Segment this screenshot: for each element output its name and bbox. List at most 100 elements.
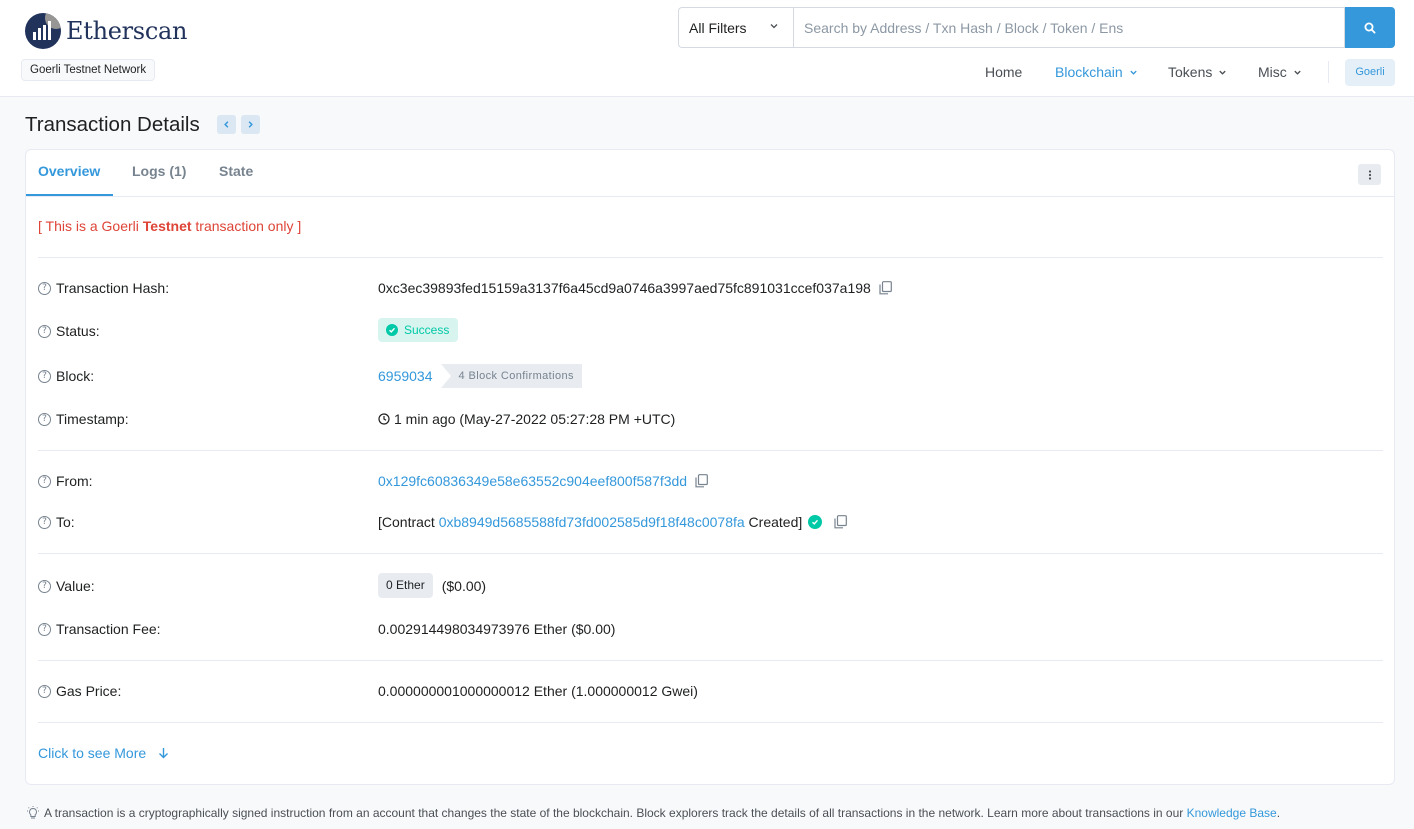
to-prefix: [Contract: [378, 514, 439, 530]
divider: [38, 722, 1383, 723]
value-usd: ($0.00): [441, 577, 487, 594]
network-switch-button[interactable]: Goerli: [1345, 59, 1395, 86]
chevron-right-icon: [248, 121, 253, 128]
help-icon[interactable]: ?: [38, 622, 51, 636]
site-header: Etherscan Goerli Testnet Network All Fil…: [0, 0, 1414, 97]
nav-home[interactable]: Home: [985, 64, 1022, 80]
timestamp-value: 1 min ago (May-27-2022 05:27:28 PM +UTC): [378, 411, 675, 427]
from-label: ? From:: [38, 473, 93, 489]
help-icon[interactable]: ?: [38, 684, 51, 698]
help-icon[interactable]: ?: [38, 281, 51, 295]
status-value: Success: [378, 318, 459, 342]
copy-icon[interactable]: [879, 281, 892, 295]
active-tab-indicator: [26, 194, 113, 196]
tx-hash-value: 0xc3ec39893fed15159a3137f6a45cd9a0746a39…: [378, 280, 892, 296]
to-label: ? To:: [38, 514, 75, 530]
contract-address-link[interactable]: 0xb8949d5685588fd73fd002585d9f18f48c0078…: [439, 514, 745, 530]
see-more-link[interactable]: Click to see More: [38, 745, 169, 761]
gas-price-value: 0.000000001000000012 Ether (1.000000012 …: [378, 683, 698, 699]
logo-icon: [25, 13, 61, 49]
info-footer: A transaction is a cryptographically sig…: [25, 806, 1280, 820]
nav-home-label: Home: [985, 64, 1023, 80]
status-badge: Success: [378, 318, 459, 342]
gas-price-label: ? Gas Price:: [38, 683, 121, 699]
see-more-text: Click to see More: [38, 745, 147, 761]
help-icon[interactable]: ?: [38, 412, 51, 426]
testnet-notice: [ This is a Goerli Testnet transaction o…: [38, 218, 301, 234]
tab-overview[interactable]: Overview: [38, 163, 100, 179]
chevron-left-icon: [224, 121, 229, 128]
help-icon[interactable]: ?: [38, 474, 51, 488]
gas-price-label-text: Gas Price:: [56, 683, 122, 699]
search-input[interactable]: [793, 7, 1345, 48]
info-footer-text: A transaction is a cryptographically sig…: [44, 806, 1187, 820]
nav-tokens-label: Tokens: [1168, 64, 1213, 80]
divider: [38, 553, 1383, 554]
search-bar: All Filters: [678, 7, 1395, 48]
nav-misc[interactable]: Misc: [1258, 64, 1302, 80]
chevron-down-icon: [1130, 70, 1137, 75]
fee-label-text: Transaction Fee:: [56, 621, 161, 637]
check-circle-icon: [386, 324, 398, 336]
testnet-notice-prefix: [ This is a Goerli: [38, 218, 143, 234]
more-vertical-icon: [1368, 169, 1371, 180]
prev-transaction-button[interactable]: [217, 115, 236, 134]
more-options-button[interactable]: [1358, 164, 1381, 185]
next-transaction-button[interactable]: [241, 115, 260, 134]
lightbulb-icon: [27, 806, 39, 819]
network-badge: Goerli Testnet Network: [21, 59, 156, 81]
value-label: ? Value:: [38, 578, 95, 594]
arrow-down-icon: [159, 748, 169, 759]
search-filter-select[interactable]: All Filters: [678, 7, 793, 48]
tab-state[interactable]: State: [219, 163, 253, 179]
search-filter-label: All Filters: [689, 19, 747, 36]
tx-hash-label: ? Transaction Hash:: [38, 280, 169, 296]
block-confirmations-badge: 4 Block Confirmations: [440, 364, 582, 388]
search-icon: [1364, 22, 1376, 33]
from-label-text: From:: [56, 473, 93, 489]
timestamp-label-text: Timestamp:: [56, 411, 129, 427]
to-label-text: To:: [56, 514, 75, 530]
logo-text: Etherscan: [66, 17, 188, 45]
block-value: 6959034 4 Block Confirmations: [378, 364, 582, 388]
block-label: ? Block:: [38, 368, 94, 384]
nav-tokens[interactable]: Tokens: [1168, 64, 1227, 80]
etherscan-logo[interactable]: Etherscan: [25, 13, 187, 49]
divider: [38, 450, 1383, 451]
nav-blockchain[interactable]: Blockchain: [1055, 64, 1138, 80]
copy-icon[interactable]: [695, 474, 708, 488]
chevron-down-icon: [770, 24, 778, 29]
tab-bar: Overview Logs (1) State: [26, 150, 1394, 197]
status-label-text: Status:: [56, 323, 100, 339]
nav-divider: [1328, 61, 1329, 83]
status-label: ? Status:: [38, 323, 100, 339]
help-icon[interactable]: ?: [38, 324, 51, 338]
status-text: Success: [404, 323, 450, 337]
to-suffix: Created]: [744, 514, 803, 530]
knowledge-base-link[interactable]: Knowledge Base: [1187, 806, 1277, 820]
gas-price-text: 0.000000001000000012 Ether (1.000000012 …: [378, 683, 698, 699]
block-number-link[interactable]: 6959034: [378, 368, 433, 384]
search-button[interactable]: [1345, 7, 1395, 48]
from-address-link[interactable]: 0x129fc60836349e58e63552c904eef800f587f3…: [378, 473, 687, 489]
page-title: Transaction Details: [25, 113, 200, 136]
chevron-down-icon: [1219, 70, 1227, 75]
info-footer-end: .: [1276, 806, 1281, 820]
fee-value: 0.002914498034973976 Ether ($0.00): [378, 621, 615, 637]
tx-hash-label-text: Transaction Hash:: [56, 280, 170, 296]
transaction-card: Overview Logs (1) State [ This is a Goer…: [25, 149, 1395, 785]
divider: [38, 660, 1383, 661]
to-value: [Contract 0xb8949d5685588fd73fd002585d9f…: [378, 514, 848, 530]
tab-logs[interactable]: Logs (1): [132, 163, 186, 179]
tx-hash-text: 0xc3ec39893fed15159a3137f6a45cd9a0746a39…: [378, 280, 871, 296]
help-icon[interactable]: ?: [38, 579, 51, 593]
value-label-text: Value:: [56, 578, 95, 594]
copy-icon[interactable]: [834, 515, 848, 529]
fee-text: 0.002914498034973976 Ether ($0.00): [378, 621, 616, 637]
clock-icon: [378, 413, 390, 425]
nav-misc-label: Misc: [1258, 64, 1287, 80]
help-icon[interactable]: ?: [38, 515, 51, 529]
testnet-notice-suffix: transaction only ]: [191, 218, 302, 234]
help-icon[interactable]: ?: [38, 369, 51, 383]
fee-label: ? Transaction Fee:: [38, 621, 161, 637]
